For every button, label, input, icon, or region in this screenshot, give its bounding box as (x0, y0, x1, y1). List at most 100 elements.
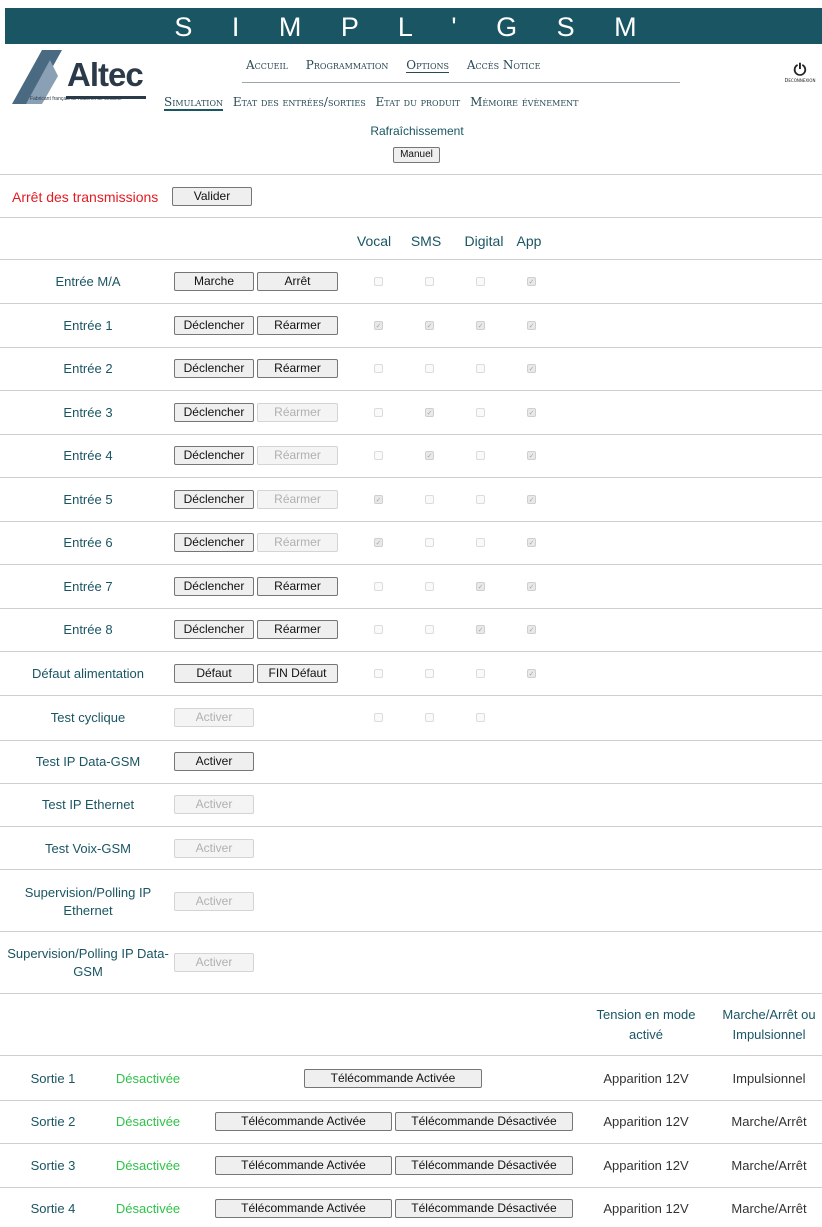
trigger-button[interactable]: Déclencher (174, 576, 254, 596)
input-row-label: Entrée 5 (63, 491, 113, 507)
input-row-label: Entrée 8 (63, 622, 113, 637)
trigger-button[interactable]: Déclencher (174, 446, 254, 465)
output-tension: Apparition 12V (603, 1071, 689, 1086)
nav-divider (242, 82, 680, 83)
channel-checkbox: ✓ (527, 451, 536, 460)
rearm-button[interactable]: Réarmer (257, 315, 338, 335)
channel-checkbox: ✓ (374, 320, 383, 330)
rearm-button: Réarmer (257, 402, 338, 422)
remote-on-button[interactable]: Télécommande Activée (215, 1198, 392, 1218)
activate-button: Activer (174, 839, 254, 858)
remote-off-button[interactable]: Télécommande Désactivée (395, 1112, 573, 1132)
trigger-button[interactable]: Défaut (174, 663, 254, 683)
logo-tagline: Fabricant français de matériel de sécuri… (30, 96, 122, 102)
divider (0, 740, 822, 741)
channel-checkbox: ✓ (476, 320, 485, 330)
trigger-button[interactable]: Déclencher (174, 359, 254, 378)
nav-programmation[interactable]: Programmation (306, 58, 389, 72)
channel-checkbox (476, 538, 485, 547)
input-row-label: Entrée 2 (63, 361, 113, 376)
trigger-button[interactable]: Marche (174, 272, 254, 291)
channel-checkbox (374, 713, 383, 722)
trigger-button[interactable]: Déclencher (174, 620, 254, 639)
col-vocal: Vocal (356, 233, 392, 249)
activate-button[interactable]: Activer (174, 752, 254, 771)
trigger-button[interactable]: Déclencher (174, 315, 254, 335)
channel-checkbox (476, 364, 485, 373)
channel-checkbox (425, 538, 434, 547)
channel-checkbox: ✓ (527, 277, 536, 286)
channel-checkbox: ✓ (476, 625, 485, 634)
tension-header: Tension en mode activé (596, 1007, 696, 1042)
trigger-button[interactable]: Déclencher (174, 402, 254, 422)
channel-checkbox (425, 625, 434, 634)
nav-options[interactable]: Options (406, 58, 450, 73)
channel-checkbox: ✓ (527, 494, 536, 504)
subnav-memoire-evenement[interactable]: Mémoire évènement (470, 95, 578, 109)
channel-checkbox (374, 668, 383, 678)
logo-brand: Altec (67, 56, 144, 93)
divider (0, 477, 822, 478)
input-row-label: Entrée 7 (63, 578, 113, 594)
channel-checkbox (374, 407, 383, 417)
manual-refresh-button[interactable]: Manuel (393, 147, 440, 163)
remote-on-button[interactable]: Télécommande Activée (304, 1069, 482, 1088)
rearm-button[interactable]: Arrêt (257, 272, 338, 291)
trigger-button[interactable]: Déclencher (174, 533, 254, 552)
divider (0, 390, 822, 391)
channel-checkbox: ✓ (476, 581, 485, 591)
channel-checkbox (425, 713, 434, 722)
trigger-button[interactable]: Déclencher (174, 489, 254, 509)
rearm-button[interactable]: Réarmer (257, 620, 338, 639)
remote-off-button[interactable]: Télécommande Désactivée (395, 1155, 573, 1175)
test-row-label: Test Voix-GSM (45, 841, 131, 856)
remote-on-button[interactable]: Télécommande Activée (215, 1112, 392, 1132)
subnav-simulation[interactable]: Simulation (164, 95, 224, 111)
subnav-etat-produit[interactable]: Etat du produit (376, 95, 461, 109)
nav-accueil[interactable]: Accueil (246, 58, 288, 72)
divider (0, 783, 822, 784)
output-mode: Impulsionnel (732, 1071, 806, 1086)
output-tension: Apparition 12V (603, 1200, 689, 1216)
col-app: App (516, 233, 542, 249)
activate-button: Activer (174, 953, 254, 972)
channel-checkbox: ✓ (527, 320, 536, 330)
channel-checkbox (425, 494, 434, 504)
output-label: Sortie 3 (30, 1157, 76, 1173)
remote-off-button[interactable]: Télécommande Désactivée (395, 1198, 573, 1218)
channel-checkbox (476, 668, 485, 678)
divider (0, 607, 822, 609)
remote-on-button[interactable]: Télécommande Activée (215, 1155, 392, 1175)
logout-button[interactable]: ⏻ Deconnexion (778, 60, 822, 85)
activate-button: Activer (174, 795, 254, 814)
power-icon: ⏻ (793, 60, 807, 79)
divider (0, 1186, 822, 1188)
input-row-label: Entrée 3 (63, 404, 113, 420)
channel-checkbox: ✓ (374, 494, 383, 504)
divider (0, 993, 822, 994)
channel-checkbox (425, 581, 434, 591)
divider (0, 259, 822, 260)
test-row-label: Test IP Data-GSM (35, 754, 141, 769)
subnav-etat-entrees-sorties[interactable]: Etat des entrées/sorties (233, 95, 366, 109)
stop-transmissions-validate-button[interactable]: Valider (172, 187, 252, 206)
channel-checkbox (476, 713, 485, 722)
rearm-button[interactable]: Réarmer (257, 359, 338, 378)
channel-checkbox: ✓ (425, 451, 434, 460)
output-state: Désactivée (115, 1114, 181, 1130)
sub-nav: Simulation Etat des entrées/sorties Etat… (164, 95, 585, 111)
activate-button: Activer (174, 892, 254, 911)
divider (0, 1055, 822, 1056)
channel-checkbox: ✓ (527, 581, 536, 591)
rearm-button[interactable]: FIN Défaut (257, 663, 338, 683)
test-row-label: Supervision/Polling IP Ethernet (24, 885, 152, 918)
channel-checkbox: ✓ (527, 364, 536, 373)
channel-checkbox (476, 277, 485, 286)
nav-acces-notice[interactable]: Accès Notice (467, 58, 541, 72)
output-label: Sortie 4 (30, 1200, 76, 1216)
divider (0, 931, 822, 932)
activate-button: Activer (174, 708, 254, 727)
output-label: Sortie 1 (30, 1071, 76, 1086)
rearm-button[interactable]: Réarmer (257, 576, 338, 596)
channel-checkbox: ✓ (374, 538, 383, 547)
